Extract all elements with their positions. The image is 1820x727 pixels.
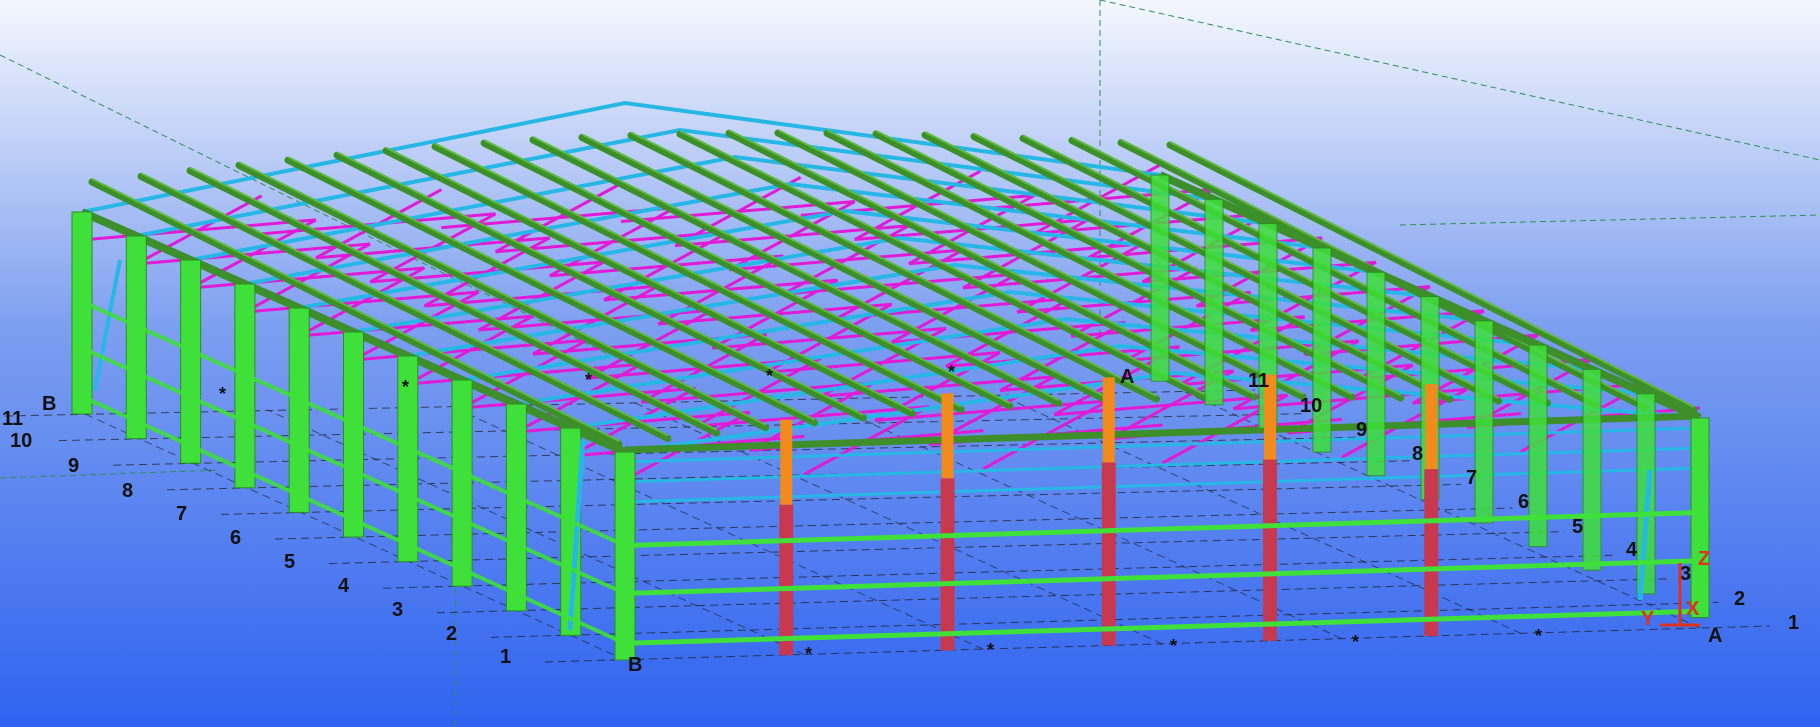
side-column xyxy=(288,307,310,513)
left-grid-label: 5 xyxy=(284,551,295,573)
gable-column-top xyxy=(1102,377,1115,463)
right-grid-label: 4 xyxy=(1626,539,1638,561)
right-grid-label: 9 xyxy=(1356,419,1367,441)
gable-column-top xyxy=(780,419,793,505)
right-grid-label: 3 xyxy=(1680,563,1691,585)
left-grid-label: 1 xyxy=(500,646,511,668)
gable-column xyxy=(1101,462,1116,646)
side-column-right xyxy=(1204,198,1224,406)
grid-marker: * xyxy=(805,644,812,664)
left-grid-label: 2 xyxy=(446,623,457,645)
gable-column xyxy=(940,478,955,651)
side-column xyxy=(125,235,147,440)
right-grid-label: 11 xyxy=(1248,370,1269,392)
3d-structure-view[interactable]: 1110987654321 1110987654321 * * * * ** * * * * B… xyxy=(0,0,1820,727)
grid-axis-a-right: A xyxy=(1708,625,1722,647)
grid-marker: * xyxy=(585,370,592,390)
grid-marker: * xyxy=(987,640,994,660)
side-column-right xyxy=(1690,417,1710,618)
grid-axis-b-top: B xyxy=(42,393,56,415)
left-grid-label: 10 xyxy=(10,430,32,452)
right-grid-label: 8 xyxy=(1412,443,1423,465)
gable-column xyxy=(1424,469,1439,636)
grid-marker: * xyxy=(948,362,955,382)
side-column xyxy=(451,379,473,587)
side-column xyxy=(343,331,364,538)
right-grid-label: 5 xyxy=(1572,516,1583,538)
left-grid-label: 3 xyxy=(392,599,403,621)
side-column xyxy=(71,211,93,415)
right-grid-label: 10 xyxy=(1300,395,1322,417)
left-grid-label: 4 xyxy=(338,575,350,597)
left-grid-label: 7 xyxy=(176,503,187,525)
left-grid-label: 11 xyxy=(2,408,23,430)
grid-marker: * xyxy=(766,366,773,386)
model-viewport[interactable]: 11 10 9 8 7 6 5 4 3 2 1 11 10 9 8 7 6 5 4 3 2 1 * * * * * * * * * * B… xyxy=(0,0,1820,727)
side-column-right xyxy=(1582,368,1602,571)
grid-marker: * xyxy=(402,377,409,397)
right-grid-label: 2 xyxy=(1734,588,1745,610)
right-grid-label: 6 xyxy=(1518,491,1529,513)
grid-marker: * xyxy=(1170,636,1177,656)
grid-axis-a-top: A xyxy=(1120,366,1134,388)
side-column-right xyxy=(1474,320,1494,524)
side-column xyxy=(234,283,256,489)
gable-column-top xyxy=(941,393,954,479)
side-column xyxy=(505,403,527,612)
left-grid-label: 8 xyxy=(122,480,133,502)
right-grid-label: 1 xyxy=(1788,612,1799,634)
axis-y-label: Y xyxy=(1641,608,1655,630)
gable-column-top xyxy=(1425,384,1438,470)
left-grid-label: 6 xyxy=(230,527,241,549)
left-grid-label: 9 xyxy=(68,455,79,477)
right-grid-label: 7 xyxy=(1466,467,1477,489)
side-column-right xyxy=(1366,271,1386,477)
side-column xyxy=(614,451,636,661)
grid-marker: * xyxy=(1352,632,1359,652)
gable-column xyxy=(1263,459,1277,641)
gable-column xyxy=(779,504,794,656)
axis-x-label: X xyxy=(1686,598,1700,620)
grid-axis-b-bottom: B xyxy=(628,654,642,676)
grid-marker: * xyxy=(219,384,226,404)
side-column-right xyxy=(1150,174,1170,382)
side-column-right xyxy=(1312,247,1332,453)
grid-marker: * xyxy=(1535,626,1542,646)
side-column xyxy=(180,259,202,464)
axis-z-label: Z xyxy=(1698,548,1710,570)
